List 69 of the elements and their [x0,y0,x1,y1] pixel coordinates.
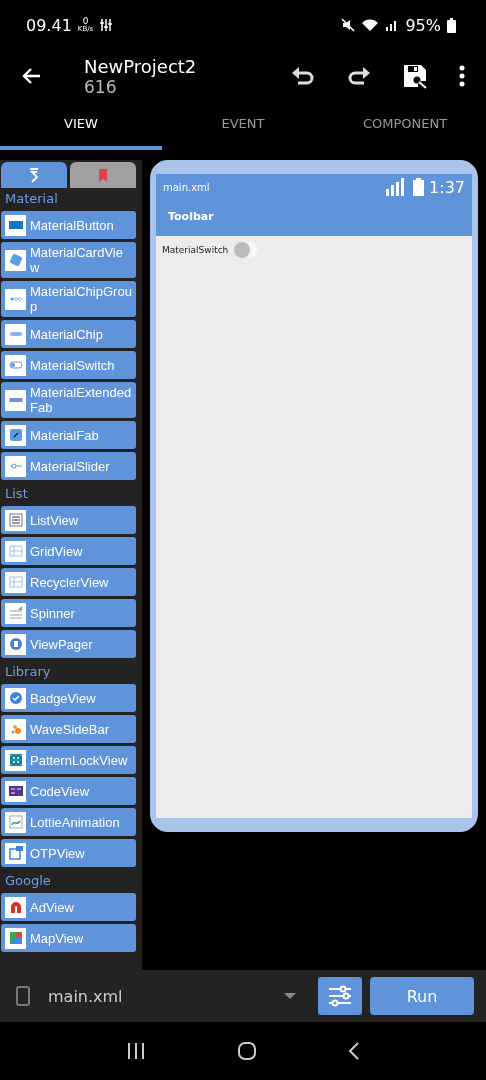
section-heading: Library [4,663,52,681]
mute-icon [341,18,356,32]
section-heading: Google [4,872,52,890]
tab[interactable]: VIEW [0,102,162,150]
widget-icon [7,605,24,621]
section-heading: List [4,485,29,503]
home-icon[interactable] [237,1041,257,1061]
section-heading: Material [4,190,59,208]
bookmark-icon [98,168,108,182]
widget-icon [7,752,24,768]
palette-item[interactable]: MaterialButton [1,211,136,239]
palette-item[interactable]: MaterialFab [1,421,136,449]
tab[interactable]: COMPONENT [324,102,486,150]
widget-icon [7,690,24,706]
project-title: NewProject2 [84,55,198,77]
widget-icon [7,845,24,861]
dropdown-caret-icon [284,993,296,999]
palette-tab[interactable] [1,162,67,188]
palette-item[interactable]: CodeView [1,777,136,805]
palette-item[interactable]: BadgeView [1,684,136,712]
widget-icon [7,783,24,799]
widget-icon [7,252,24,268]
battery-level: 95% [405,15,441,35]
palette-item[interactable]: OTPView [1,839,136,867]
battery-icon [447,17,456,33]
widget-icon [29,167,39,183]
widget-icon [7,512,24,528]
palette-item[interactable]: LottieAnimation [1,808,136,836]
phone-icon [16,986,30,1006]
palette-item[interactable]: RecyclerView [1,568,136,596]
palette-item[interactable]: MapView [1,924,136,952]
more-menu-icon[interactable] [458,64,466,88]
toggle-switch[interactable] [234,242,259,258]
battery-icon [413,178,425,196]
palette-item[interactable]: ListView [1,506,136,534]
run-button[interactable]: Run [370,977,474,1015]
switch-label: MaterialSwitch [162,245,229,255]
save-icon[interactable] [402,63,428,89]
clock: 09.41 [26,15,72,35]
settings-button[interactable] [318,977,362,1015]
widget-icon [7,427,24,443]
palette-item[interactable]: MaterialChipGroup [1,281,136,317]
palette-item[interactable]: MaterialCardView [1,242,136,278]
wifi-icon [361,18,380,32]
palette-item[interactable]: WaveSideBar [1,715,136,743]
widget-icon [7,543,24,559]
widget-icon [7,814,24,830]
file-name: main.xml [163,181,210,193]
palette-item[interactable]: ViewPager [1,630,136,658]
file-dropdown[interactable]: main.xml [16,986,310,1006]
palette-item[interactable]: MaterialSwitch [1,351,136,379]
palette-item[interactable]: GridView [1,537,136,565]
widget-icon [7,574,24,590]
equalizer-icon [99,18,114,32]
sliders-icon [327,983,353,1009]
palette-item[interactable]: MaterialSlider [1,452,136,480]
recent-apps-icon[interactable] [125,1042,146,1060]
palette-item[interactable]: PatternLockView [1,746,136,774]
project-subtitle: 616 [84,76,117,97]
clock: 1:37 [429,177,465,197]
palette-item[interactable]: AdView [1,893,136,921]
palette-item[interactable]: Spinner [1,599,136,627]
back-icon[interactable] [348,1041,361,1061]
widget-icon [7,930,24,946]
toolbar-title: Toolbar [167,209,215,225]
palette-item[interactable]: MaterialChip [1,320,136,348]
tab[interactable]: EVENT [162,102,324,150]
widget-icon [7,636,24,652]
palette-item[interactable]: MaterialExtendedFab [1,382,136,418]
